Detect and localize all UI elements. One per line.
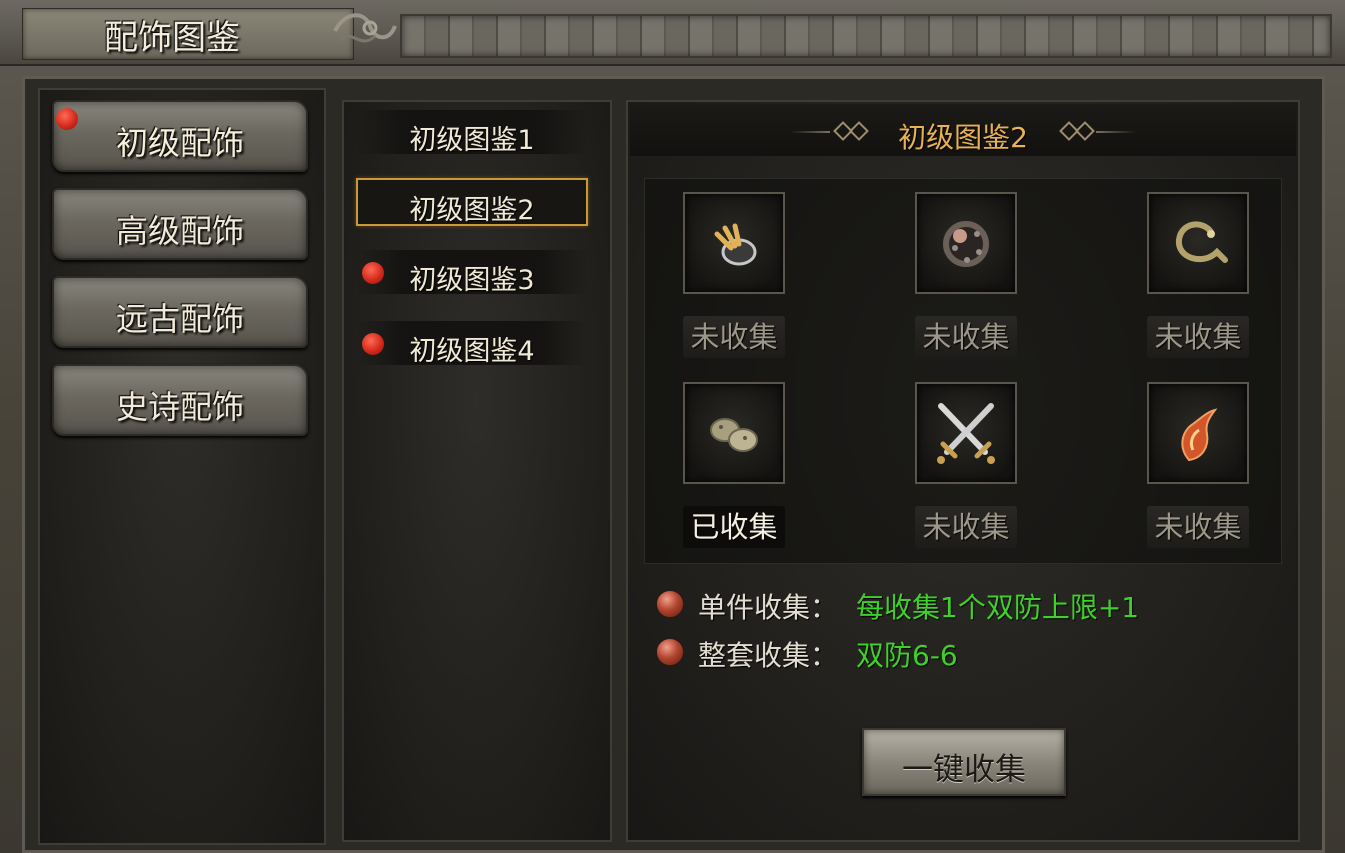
- item-status: 未收集: [915, 506, 1017, 548]
- book-label: 初级图鉴2: [409, 195, 535, 226]
- alert-dot-icon: [362, 333, 384, 355]
- crossed-swords-icon: [937, 403, 995, 464]
- accessory-codex-window: 配饰图鉴 初级配饰 高级配饰 远古配饰 史诗配饰 初级图鉴1 初级图鉴2 初级图…: [0, 0, 1345, 853]
- bonus-label: 整套收集：: [698, 639, 839, 672]
- book-item-1[interactable]: 初级图鉴1: [356, 110, 588, 156]
- book-label: 初级图鉴3: [409, 265, 535, 296]
- category-label: 初级配饰: [115, 124, 244, 162]
- category-label: 史诗配饰: [115, 388, 244, 426]
- knot-ornament-icon: [333, 13, 397, 43]
- title-divider-right: [1096, 131, 1136, 133]
- book-label: 初级图鉴1: [409, 125, 535, 156]
- category-label: 高级配饰: [115, 212, 244, 250]
- bonus-value: 每收集1个双防上限+1: [856, 591, 1140, 624]
- category-button-advanced[interactable]: 高级配饰: [52, 188, 308, 260]
- item-status: 已收集: [683, 506, 785, 548]
- alert-dot-icon: [362, 262, 384, 284]
- item-status: 未收集: [683, 316, 785, 358]
- title-pattern-band: [400, 14, 1332, 58]
- alert-dot-icon: [56, 108, 78, 130]
- category-button-ancient[interactable]: 远古配饰: [52, 276, 308, 348]
- item-slot-3[interactable]: [1147, 192, 1249, 294]
- item-slot-4[interactable]: [683, 382, 785, 484]
- book-item-2[interactable]: 初级图鉴2: [356, 178, 588, 226]
- detail-title: 初级图鉴2: [898, 121, 1028, 154]
- serpent-ring-icon: [1175, 221, 1228, 263]
- studded-ring-icon: [943, 221, 989, 267]
- item-status: 未收集: [1147, 316, 1249, 358]
- flame-horn-icon: [1181, 408, 1218, 462]
- category-button-epic[interactable]: 史诗配饰: [52, 364, 308, 436]
- item-status: 未收集: [915, 316, 1017, 358]
- title-bar: 配饰图鉴: [0, 0, 1345, 66]
- stone-charm-icon: [710, 418, 758, 452]
- bonus-value: 双防6-6: [856, 639, 958, 672]
- window-title: 配饰图鉴: [104, 18, 240, 58]
- item-slot-2[interactable]: [915, 192, 1017, 294]
- collect-all-label: 一键收集: [902, 752, 1026, 788]
- bonus-label: 单件收集：: [698, 591, 839, 624]
- category-label: 远古配饰: [115, 300, 244, 338]
- book-label: 初级图鉴4: [409, 336, 535, 367]
- claw-ring-icon: [714, 223, 757, 266]
- collect-all-button[interactable]: 一键收集: [862, 728, 1066, 796]
- orb-bullet-icon: [656, 638, 684, 666]
- book-item-4[interactable]: 初级图鉴4: [356, 321, 588, 367]
- book-item-3[interactable]: 初级图鉴3: [356, 250, 588, 296]
- item-status: 未收集: [1147, 506, 1249, 548]
- item-slot-1[interactable]: [683, 192, 785, 294]
- item-slot-6[interactable]: [1147, 382, 1249, 484]
- item-slot-5[interactable]: [915, 382, 1017, 484]
- orb-bullet-icon: [656, 590, 684, 618]
- category-button-basic[interactable]: 初级配饰: [52, 100, 308, 172]
